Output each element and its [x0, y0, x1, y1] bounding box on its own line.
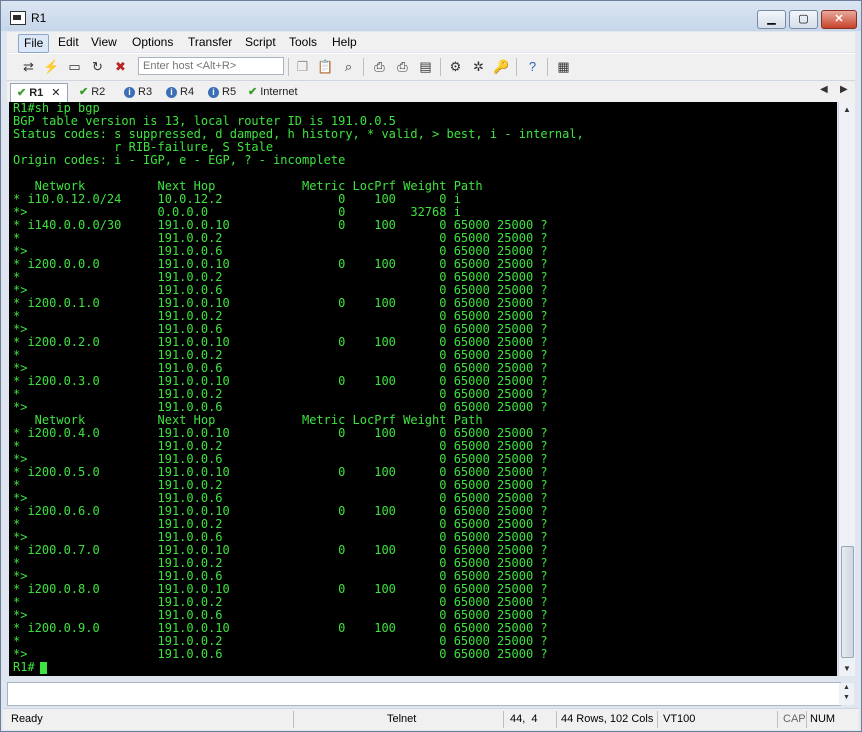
minimize-button[interactable]: ▁ [757, 10, 786, 29]
status-separator [657, 711, 658, 728]
session-options-icon[interactable]: ⚙ [447, 58, 464, 75]
reconnect-icon[interactable]: ↻ [89, 58, 106, 75]
scroll-up-icon[interactable]: ▲ [843, 684, 850, 691]
status-ready: Ready [11, 713, 43, 725]
toolbar-separator [363, 58, 364, 76]
info-icon: i [124, 87, 135, 98]
status-caps-lock: CAP [783, 713, 806, 725]
terminal-app-icon [10, 11, 26, 25]
toolbar-separator [547, 58, 548, 76]
tab-r4[interactable]: i R4 [166, 83, 194, 101]
copy-icon[interactable]: ❐ [294, 58, 311, 75]
sftp-icon[interactable]: ▦ [555, 58, 572, 75]
disconnect-icon[interactable]: ✖ [112, 58, 129, 75]
menu-script[interactable]: Script [240, 34, 281, 51]
help-icon[interactable]: ? [524, 58, 541, 75]
menu-file[interactable]: File [18, 34, 50, 53]
menu-edit[interactable]: Edit [53, 34, 84, 51]
toolbar: ⇄ ⚡ ▭ ↻ ✖ ❐ 📋 ⌕ ⎙ ⎙ ▤ ⚙ ✲ 🔑 ? ▦ [7, 53, 855, 80]
menu-help[interactable]: Help [327, 34, 362, 51]
tab-label: R3 [138, 86, 153, 98]
connect-in-tab-icon[interactable]: ▭ [66, 58, 83, 75]
toolbar-separator [516, 58, 517, 76]
terminal-screen[interactable]: R1#sh ip bgp BGP table version is 13, lo… [9, 102, 837, 676]
app-window: R1 ▁ ▢ ✕ File Edit View Options Transfer… [0, 0, 862, 732]
tab-r3[interactable]: i R3 [124, 83, 152, 101]
find-icon[interactable]: ⌕ [340, 58, 357, 75]
toolbar-separator [440, 58, 441, 76]
maximize-button[interactable]: ▢ [789, 10, 818, 29]
tab-label: R1 [29, 87, 44, 99]
scroll-thumb[interactable] [841, 546, 854, 658]
tab-r2[interactable]: ✔ R2 [79, 83, 105, 101]
keymap-icon[interactable]: 🔑 [493, 58, 510, 75]
tab-scroll-left-icon[interactable]: ◀ [820, 84, 828, 95]
tab-r1[interactable]: ✔ R1 ✕ [10, 83, 68, 102]
terminal-output: R1#sh ip bgp BGP table version is 13, lo… [13, 102, 584, 674]
status-protocol: Telnet [387, 713, 417, 725]
menu-tools[interactable]: Tools [284, 34, 322, 51]
vertical-scrollbar[interactable]: ▲ ▼ [838, 102, 855, 676]
status-bar: Ready Telnet 44, 4 44 Rows, 102 Cols VT1… [3, 708, 859, 730]
status-separator [293, 711, 294, 728]
command-window[interactable] [7, 682, 841, 706]
title-bar[interactable]: R1 ▁ ▢ ✕ [1, 1, 861, 31]
global-options-icon[interactable]: ✲ [470, 58, 487, 75]
status-emulation: VT100 [663, 713, 696, 725]
tab-label: Internet [260, 86, 298, 98]
info-icon: i [166, 87, 177, 98]
menu-view[interactable]: View [86, 34, 122, 51]
tab-label: R2 [91, 86, 106, 98]
status-num-lock: NUM [810, 713, 836, 725]
tab-scroll-right-icon[interactable]: ▶ [840, 84, 848, 95]
close-button[interactable]: ✕ [821, 10, 857, 29]
toolbar-separator [288, 58, 289, 76]
status-dimensions: 44 Rows, 102 Cols [561, 713, 654, 725]
tab-label: R5 [222, 86, 237, 98]
scroll-down-icon[interactable]: ▼ [843, 694, 850, 701]
status-separator [777, 711, 778, 728]
window-title: R1 [31, 11, 47, 25]
connected-check-icon: ✔ [79, 86, 89, 98]
command-scroll[interactable]: ▲ ▼ [839, 683, 854, 705]
info-icon: i [208, 87, 219, 98]
print-icon[interactable]: ⎙ [371, 58, 388, 75]
paste-icon[interactable]: 📋 [317, 58, 334, 75]
status-separator [503, 711, 504, 728]
tab-r5[interactable]: i R5 [208, 83, 236, 101]
connect-icon[interactable]: ⇄ [20, 58, 37, 75]
status-separator [806, 711, 807, 728]
menu-bar: File Edit View Options Transfer Script T… [7, 32, 855, 53]
print-setup-icon[interactable]: ⎙ [394, 58, 411, 75]
menu-transfer[interactable]: Transfer [183, 34, 237, 51]
print-screen-icon[interactable]: ▤ [417, 58, 434, 75]
tab-label: R4 [180, 86, 195, 98]
menu-options[interactable]: Options [127, 34, 178, 51]
tab-internet[interactable]: ✔ Internet [248, 83, 298, 101]
connected-check-icon: ✔ [17, 87, 27, 99]
connected-check-icon: ✔ [248, 86, 258, 98]
host-input[interactable] [138, 57, 284, 75]
status-separator [556, 711, 557, 728]
scroll-up-icon[interactable]: ▲ [839, 102, 855, 117]
scroll-down-icon[interactable]: ▼ [839, 661, 855, 676]
terminal-cursor [40, 662, 47, 674]
session-tab-bar: ✔ R1 ✕ ✔ R2 i R3 i R4 i R5 ✔ Internet ◀ ▶ [7, 80, 855, 102]
status-cursor-position: 44, 4 [510, 713, 538, 725]
tab-close-icon[interactable]: ✕ [51, 87, 60, 99]
quick-connect-icon[interactable]: ⚡ [43, 58, 60, 75]
